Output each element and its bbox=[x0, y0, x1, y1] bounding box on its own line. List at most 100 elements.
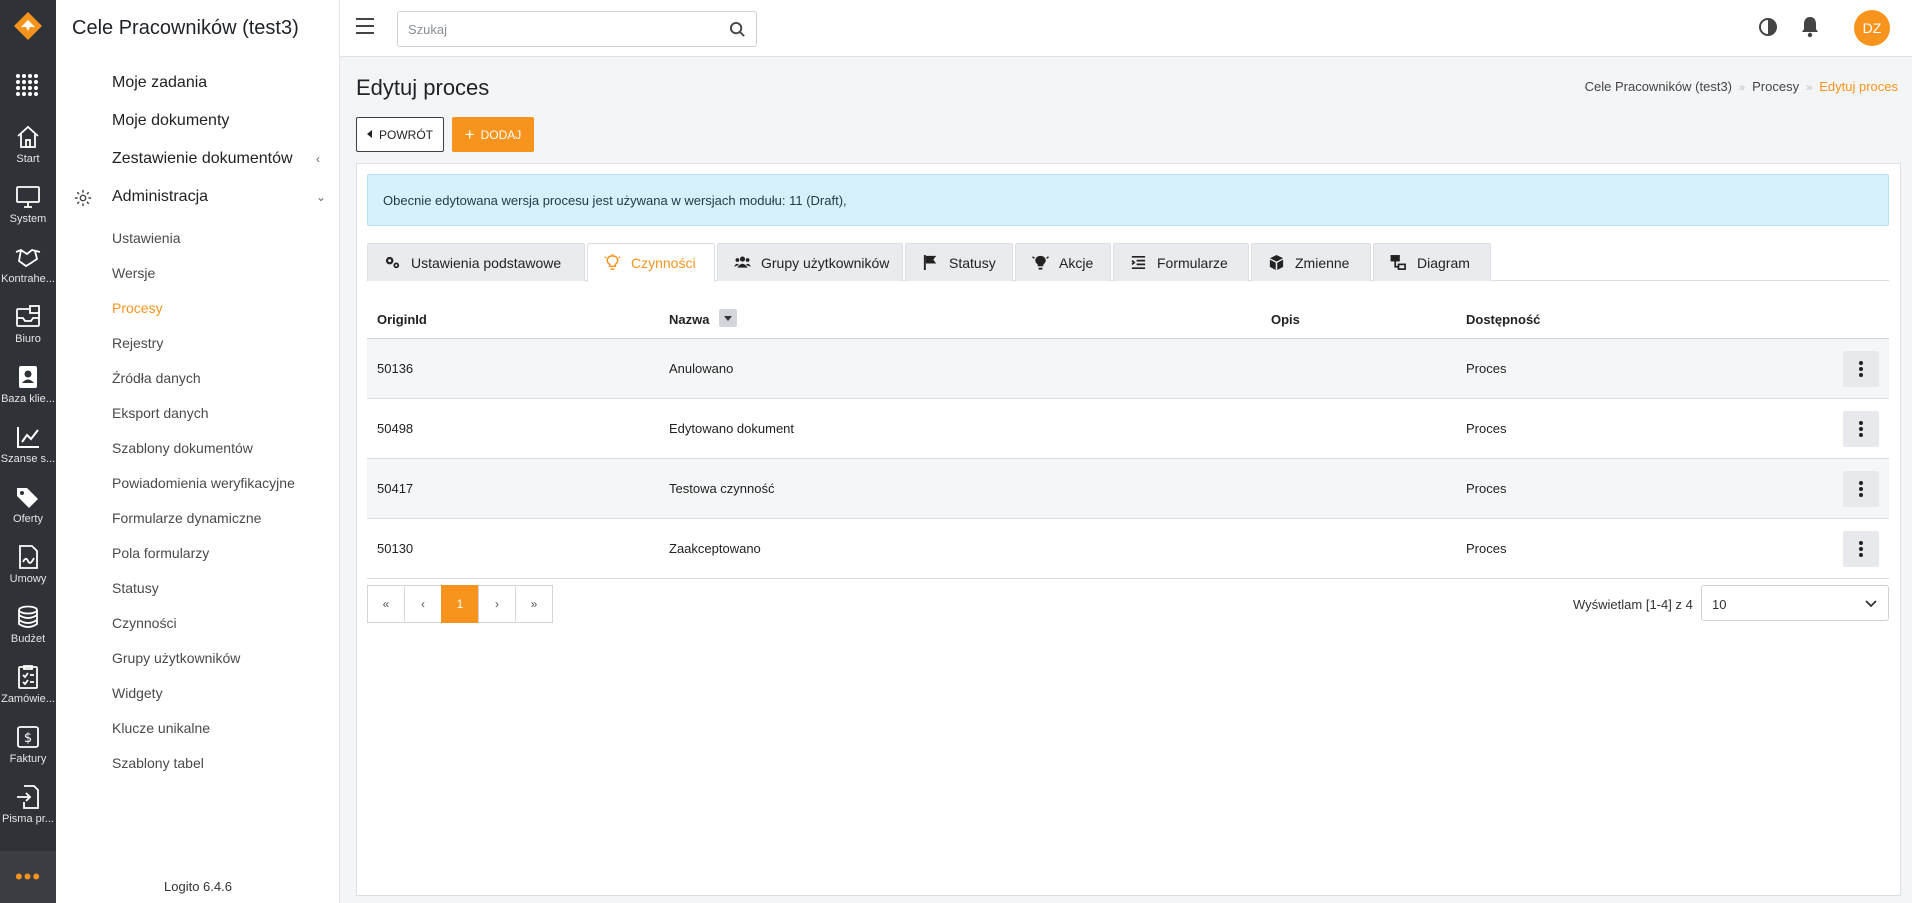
last-page-button[interactable]: » bbox=[515, 585, 553, 623]
rail-item-kontrahenci[interactable]: Kontrahe... bbox=[0, 244, 56, 304]
breadcrumb-item-module[interactable]: Cele Pracowników (test3) bbox=[1585, 79, 1732, 94]
rail-item-baza-klientow[interactable]: Baza klie... bbox=[0, 364, 56, 424]
handshake-icon bbox=[15, 248, 41, 268]
apps-grid-icon[interactable] bbox=[14, 72, 38, 96]
rail-item-faktury[interactable]: $ Faktury bbox=[0, 724, 56, 784]
nav-rejestry[interactable]: Rejestry bbox=[112, 335, 163, 351]
cell-dostepnosc: Proces bbox=[1466, 361, 1507, 376]
tab-diagram[interactable]: Diagram bbox=[1373, 243, 1491, 281]
rail-item-budzet[interactable]: Budżet bbox=[0, 604, 56, 664]
rail-label: Szanse s... bbox=[0, 453, 56, 465]
cube-icon bbox=[1269, 254, 1284, 271]
table-row[interactable]: 50130 Zaakceptowano Proces bbox=[367, 519, 1889, 579]
first-page-button[interactable]: « bbox=[367, 585, 405, 623]
search-input[interactable] bbox=[398, 12, 756, 46]
nav-szablony-dokumentow[interactable]: Szablony dokumentów bbox=[112, 440, 253, 456]
rail-item-zamowienia[interactable]: Zamówie... bbox=[0, 664, 56, 724]
inbox-icon bbox=[16, 305, 40, 327]
svg-text:$: $ bbox=[24, 731, 32, 746]
back-button[interactable]: POWRÓT bbox=[356, 117, 444, 152]
lightbulb-icon bbox=[604, 254, 621, 270]
cell-nazwa: Testowa czynność bbox=[669, 481, 775, 496]
rail-item-start[interactable]: Start bbox=[0, 124, 56, 184]
cell-originid: 50130 bbox=[377, 541, 414, 556]
table-row[interactable]: 50136 Anulowano Proces bbox=[367, 339, 1889, 399]
top-bar: DZ bbox=[340, 0, 1912, 57]
contact-book-icon bbox=[19, 366, 37, 388]
nav-wersje[interactable]: Wersje bbox=[112, 265, 155, 281]
rail-label: Umowy bbox=[9, 573, 47, 585]
chevron-left-icon: ‹ bbox=[316, 152, 320, 166]
nav-formularze-dynamiczne[interactable]: Formularze dynamiczne bbox=[112, 510, 261, 526]
nav-label: Moje dokumenty bbox=[112, 112, 230, 129]
nav-statusy[interactable]: Statusy bbox=[112, 580, 159, 596]
nav-moje-dokumenty[interactable]: Moje dokumenty bbox=[112, 112, 229, 130]
rail-label: Budżet bbox=[10, 633, 46, 645]
tab-zmienne[interactable]: Zmienne bbox=[1251, 243, 1371, 281]
add-button[interactable]: + DODAJ bbox=[452, 117, 534, 152]
nav-administracja[interactable]: Administracja ⌄ bbox=[112, 188, 332, 206]
rail-item-pisma-przychodzace[interactable]: Pisma pr... bbox=[0, 784, 56, 844]
table-row[interactable]: 50498 Edytowano dokument Proces bbox=[367, 399, 1889, 459]
cell-nazwa: Zaakceptowano bbox=[669, 541, 761, 556]
nav-eksport-danych[interactable]: Eksport danych bbox=[112, 405, 209, 421]
nav-zrodla-danych[interactable]: Źródła danych bbox=[112, 370, 201, 386]
invoice-icon: $ bbox=[17, 726, 39, 748]
tab-ustawienia-podstawowe[interactable]: Ustawienia podstawowe bbox=[367, 243, 585, 281]
bell-icon[interactable] bbox=[1800, 16, 1820, 38]
tab-grupy-uzytkownikow[interactable]: Grupy użytkowników bbox=[717, 243, 903, 281]
nav-moje-zadania[interactable]: Moje zadania bbox=[112, 74, 207, 92]
nav-zestawienie-dokumentow[interactable]: Zestawienie dokumentów ‹ bbox=[112, 150, 332, 168]
page-size-select[interactable]: 10 bbox=[1701, 585, 1889, 621]
breadcrumb: Cele Pracowników (test3) » Procesy » Edytuj … bbox=[1585, 79, 1898, 94]
app-title: Cele Pracowników (test3) bbox=[72, 17, 299, 39]
nav-grupy-uzytkownikow[interactable]: Grupy użytkowników bbox=[112, 650, 240, 666]
nav-pola-formularzy[interactable]: Pola formularzy bbox=[112, 545, 209, 561]
page-button-current[interactable]: 1 bbox=[441, 585, 479, 623]
back-label: POWRÓT bbox=[379, 127, 433, 142]
breadcrumb-item-procesy[interactable]: Procesy bbox=[1752, 79, 1799, 94]
search-icon[interactable] bbox=[729, 21, 746, 38]
rail-item-system[interactable]: System bbox=[0, 184, 56, 244]
table-row[interactable]: 50417 Testowa czynność Proces bbox=[367, 459, 1889, 519]
nav-ustawienia[interactable]: Ustawienia bbox=[112, 230, 180, 246]
home-icon bbox=[17, 125, 39, 148]
nav-powiadomienia-weryfikacyjne[interactable]: Powiadomienia weryfikacyjne bbox=[112, 475, 295, 491]
tab-akcje[interactable]: Akcje bbox=[1015, 243, 1111, 281]
row-actions-icon[interactable] bbox=[1843, 351, 1879, 387]
menu-toggle-icon[interactable] bbox=[356, 18, 374, 34]
column-header-dostepnosc[interactable]: Dostępność bbox=[1466, 312, 1540, 327]
nav-label: Zestawienie dokumentów bbox=[112, 150, 293, 167]
next-page-button[interactable]: › bbox=[478, 585, 516, 623]
tab-formularze[interactable]: Formularze bbox=[1113, 243, 1249, 281]
sort-dropdown-icon[interactable] bbox=[719, 309, 737, 327]
nav-czynnosci[interactable]: Czynności bbox=[112, 615, 177, 631]
tab-czynnosci[interactable]: Czynności bbox=[587, 243, 715, 282]
rail-item-biuro[interactable]: Biuro bbox=[0, 304, 56, 364]
nav-widgety[interactable]: Widgety bbox=[112, 685, 163, 701]
rail-item-oferty[interactable]: Oferty bbox=[0, 484, 56, 544]
contrast-icon[interactable] bbox=[1758, 17, 1778, 37]
rail-label: Baza klie... bbox=[1, 393, 55, 405]
row-actions-icon[interactable] bbox=[1843, 411, 1879, 447]
column-header-opis[interactable]: Opis bbox=[1271, 312, 1300, 327]
nav-klucze-unikalne[interactable]: Klucze unikalne bbox=[112, 720, 210, 736]
column-header-originid[interactable]: OriginId bbox=[377, 312, 427, 327]
nav-procesy[interactable]: Procesy bbox=[112, 300, 163, 316]
more-icon[interactable]: ••• bbox=[0, 851, 56, 903]
nav-szablony-tabel[interactable]: Szablony tabel bbox=[112, 755, 204, 771]
prev-page-button[interactable]: ‹ bbox=[404, 585, 442, 623]
row-actions-icon[interactable] bbox=[1843, 471, 1879, 507]
rail-item-umowy[interactable]: Umowy bbox=[0, 544, 56, 604]
activities-table: OriginId Nazwa Opis Dostępność 50136 Anu… bbox=[367, 297, 1889, 579]
rail-item-szanse-sprzedazy[interactable]: Szanse s... bbox=[0, 424, 56, 484]
user-avatar[interactable]: DZ bbox=[1854, 10, 1890, 46]
row-actions-icon[interactable] bbox=[1843, 531, 1879, 567]
rail-label: Start bbox=[16, 153, 40, 165]
column-header-nazwa[interactable]: Nazwa bbox=[669, 312, 709, 327]
tab-statusy[interactable]: Statusy bbox=[905, 243, 1013, 281]
plus-icon: + bbox=[464, 124, 475, 144]
cell-nazwa: Anulowano bbox=[669, 361, 734, 376]
logito-logo-icon[interactable] bbox=[12, 10, 44, 42]
tab-label: Ustawienia podstawowe bbox=[411, 255, 562, 271]
